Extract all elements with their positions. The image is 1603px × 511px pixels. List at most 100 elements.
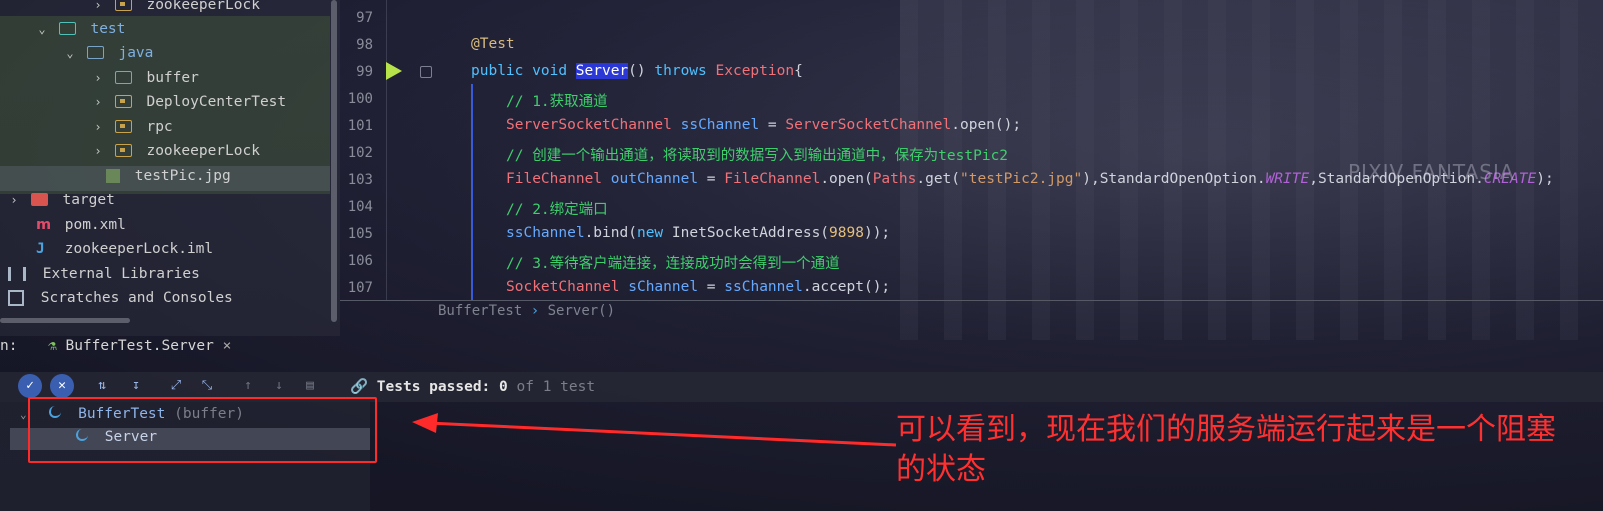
chevron-right-icon[interactable]: › bbox=[90, 66, 106, 91]
wallpaper-watermark: PIXIV FANTASIA bbox=[1348, 160, 1515, 184]
variable-token: ssChannel bbox=[724, 279, 803, 295]
tree-item-label: Scratches and Consoles bbox=[40, 290, 233, 306]
chevron-right-icon[interactable]: › bbox=[6, 188, 22, 213]
tree-item-label: DeployCenterTest bbox=[146, 94, 287, 110]
show-passed-icon[interactable]: ✓ bbox=[18, 374, 42, 398]
collapse-all-icon[interactable]: ⤡ bbox=[195, 374, 219, 398]
tree-item-target[interactable]: › target bbox=[6, 188, 114, 213]
line-number: 97 bbox=[356, 10, 373, 26]
chevron-right-icon[interactable]: › bbox=[90, 0, 106, 18]
sort-alphabetically-icon[interactable]: ⇅ bbox=[90, 374, 114, 398]
operator-token: = bbox=[759, 117, 786, 133]
expand-all-icon[interactable]: ⤢ bbox=[164, 374, 188, 398]
operator-token: = bbox=[698, 279, 725, 295]
brace-token: { bbox=[794, 63, 803, 79]
annotation-text: 可以看到，现在我们的服务端运行起来是一个阻塞的状态 bbox=[896, 412, 1556, 487]
breadcrumb-class[interactable]: BufferTest bbox=[438, 303, 522, 319]
line-number: 98 bbox=[356, 37, 373, 53]
chevron-right-icon[interactable]: › bbox=[90, 90, 106, 115]
breadcrumb-separator-icon: › bbox=[530, 303, 540, 319]
next-failed-icon[interactable]: ↓ bbox=[267, 374, 291, 398]
chevron-right-icon[interactable]: › bbox=[90, 139, 106, 164]
tree-horizontal-scrollbar[interactable] bbox=[0, 318, 130, 323]
variable-token: sChannel bbox=[628, 279, 699, 295]
tree-item-java[interactable]: ⌄ java bbox=[62, 41, 153, 66]
tree-item-label: External Libraries bbox=[42, 266, 200, 282]
code-line-101[interactable]: ServerSocketChannel ssChannel = ServerSo… bbox=[506, 117, 1021, 133]
tree-item-buffer[interactable]: › buffer bbox=[90, 66, 199, 91]
tree-item-zookeeperlock-top[interactable]: › zookeeperLock bbox=[90, 0, 260, 18]
highlight-box bbox=[28, 397, 377, 463]
type-token: SocketChannel bbox=[506, 279, 620, 295]
test-folder-icon bbox=[58, 21, 76, 35]
call-token: .open( bbox=[820, 171, 873, 187]
tree-item-external-libraries[interactable]: External Libraries bbox=[8, 262, 200, 287]
tree-vertical-scrollbar[interactable] bbox=[331, 0, 337, 322]
keyword-token: void bbox=[532, 63, 568, 79]
call-token: ),StandardOpenOption. bbox=[1082, 171, 1266, 187]
keyword-token: new bbox=[636, 225, 664, 241]
previous-failed-icon[interactable]: ↑ bbox=[236, 374, 260, 398]
chevron-down-icon[interactable]: ⌄ bbox=[62, 41, 78, 66]
tree-item-pom[interactable]: m pom.xml bbox=[36, 213, 126, 238]
tree-item-iml[interactable]: J zookeeperLock.iml bbox=[36, 237, 213, 262]
call-token: .accept(); bbox=[802, 279, 891, 295]
tree-item-test[interactable]: ⌄ test bbox=[34, 17, 125, 42]
keyword-token: throws bbox=[654, 63, 707, 79]
close-tab-icon[interactable]: × bbox=[223, 338, 232, 354]
line-number: 107 bbox=[347, 280, 373, 296]
operator-token: = bbox=[698, 171, 725, 187]
scratches-icon bbox=[8, 290, 24, 306]
gutter-divider bbox=[386, 0, 387, 300]
tree-item-label: zookeeperLock bbox=[146, 143, 260, 159]
code-line-100[interactable]: // 1.获取通道 bbox=[506, 90, 608, 111]
excluded-folder-icon bbox=[30, 192, 48, 206]
export-results-icon[interactable]: ▤ bbox=[298, 374, 322, 398]
package-folder-icon bbox=[114, 94, 132, 108]
sort-by-duration-icon[interactable]: ↧ bbox=[124, 374, 148, 398]
status-total: of 1 test bbox=[516, 379, 596, 395]
call-token: .get( bbox=[916, 171, 961, 187]
code-line-107[interactable]: SocketChannel sChannel = ssChannel.accep… bbox=[506, 279, 890, 295]
annotation-arrow-icon bbox=[412, 413, 897, 447]
run-tab-title: BufferTest.Server bbox=[65, 338, 214, 354]
folder-icon bbox=[114, 70, 132, 84]
tree-item-testpic[interactable]: testPic.jpg bbox=[106, 164, 231, 189]
run-test-icon[interactable] bbox=[386, 62, 402, 80]
line-number: 104 bbox=[347, 199, 373, 215]
package-folder-icon bbox=[114, 143, 132, 157]
tree-item-scratches[interactable]: Scratches and Consoles bbox=[8, 286, 233, 311]
call-token: .open(); bbox=[951, 117, 1022, 133]
tree-item-label: rpc bbox=[146, 119, 173, 135]
tree-item-label: buffer bbox=[146, 70, 199, 86]
code-line-102[interactable]: // 创建一个输出通道，将读取到的数据写入到输出通道中，保存为testPic2 bbox=[506, 144, 1008, 165]
code-line-105[interactable]: ssChannel.bind(new InetSocketAddress(989… bbox=[506, 225, 890, 241]
package-folder-icon bbox=[114, 0, 132, 11]
chevron-down-icon[interactable]: ⌄ bbox=[20, 408, 27, 421]
chevron-down-icon[interactable]: ⌄ bbox=[34, 17, 50, 42]
variable-token: ssChannel bbox=[680, 117, 760, 133]
show-ignored-icon[interactable]: ✕ bbox=[50, 374, 74, 398]
line-number: 103 bbox=[347, 172, 373, 188]
tree-item-label: zookeeperLock.iml bbox=[64, 241, 214, 257]
breadcrumb-method[interactable]: Server() bbox=[548, 303, 615, 319]
tree-item-label: zookeeperLock bbox=[146, 0, 260, 13]
tree-item-rpc[interactable]: › rpc bbox=[90, 115, 173, 140]
bookmark-gutter-icon bbox=[420, 66, 432, 78]
code-line-99[interactable]: public void Server() throws Exception{ bbox=[471, 63, 803, 79]
chevron-right-icon[interactable]: › bbox=[90, 115, 106, 140]
tree-item-zookeeperlock[interactable]: › zookeeperLock bbox=[90, 139, 260, 164]
tree-item-label: test bbox=[90, 21, 126, 37]
call-token: )); bbox=[863, 225, 891, 241]
line-number: 101 bbox=[347, 118, 373, 134]
code-line-104[interactable]: // 2.绑定端口 bbox=[506, 198, 608, 219]
code-line-106[interactable]: // 3.等待客户端连接，连接成功时会得到一个通道 bbox=[506, 252, 840, 273]
code-line-98[interactable]: @Test bbox=[471, 36, 515, 52]
tree-item-deploycentertest[interactable]: › DeployCenterTest bbox=[90, 90, 286, 115]
line-number: 102 bbox=[347, 145, 373, 161]
type-token: Exception bbox=[715, 63, 795, 79]
tree-item-label: testPic.jpg bbox=[134, 168, 231, 184]
run-tab[interactable]: ⚗ BufferTest.Server × bbox=[48, 338, 231, 354]
breadcrumb: BufferTest › Server() bbox=[438, 303, 615, 319]
keyword-token: public bbox=[471, 63, 524, 79]
